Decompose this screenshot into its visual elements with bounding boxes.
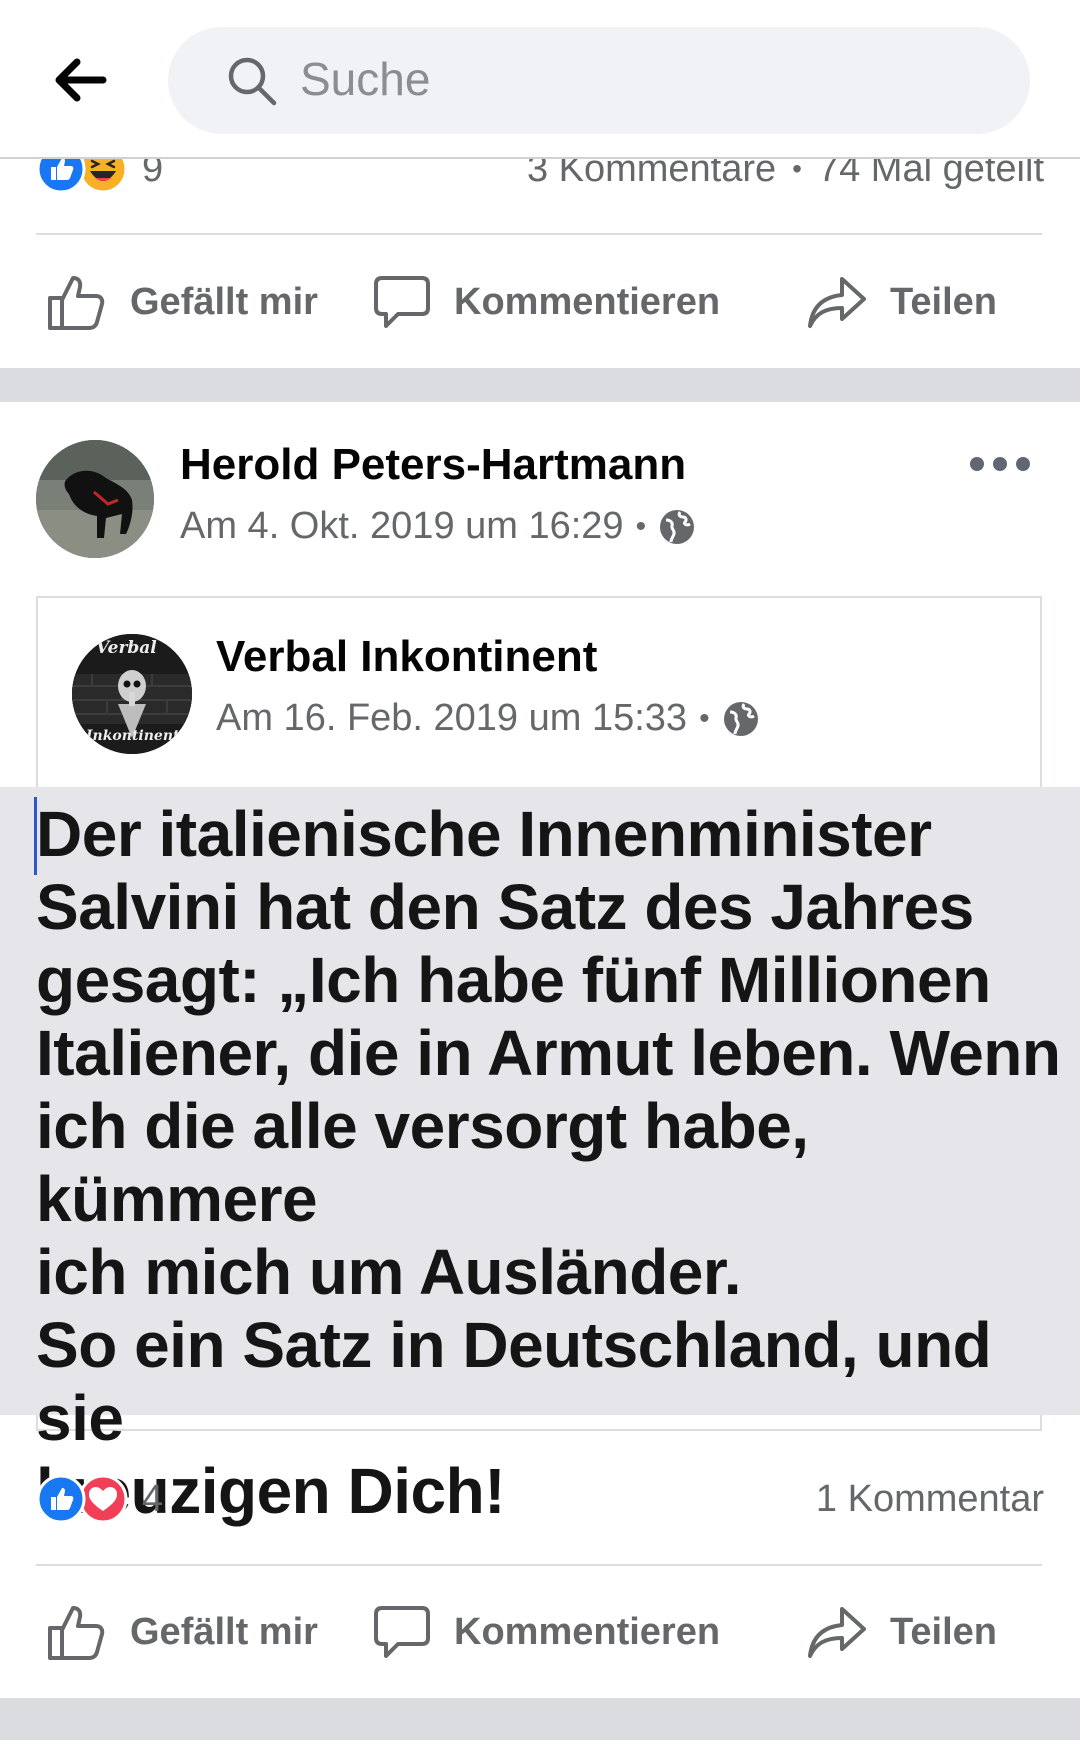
quote-line: ich die alle versorgt habe, kümmere [36,1090,809,1235]
like-label: Gefällt mir [130,1610,318,1653]
divider [36,233,1042,235]
comment-label: Kommentieren [454,1610,721,1653]
shared-post-timestamp[interactable]: Am 16. Feb. 2019 um 15:33 [216,697,687,740]
like-reaction-icon [36,1474,86,1524]
quote-line: gesagt: „Ich habe fünf Millionen [36,944,991,1016]
search-placeholder: Suche [300,53,431,105]
dog-photo [36,440,154,558]
comment-button[interactable]: Kommentieren [372,270,720,334]
share-button[interactable]: Teilen [806,1600,997,1664]
like-label: Gefällt mir [130,280,318,323]
more-options-button[interactable] [970,452,1030,476]
like-button[interactable]: Gefällt mir [46,270,318,334]
top-bar: Suche [0,0,1080,159]
feed-separator [0,1698,1080,1740]
shared-author-avatar[interactable]: Verbal Inkontinent [72,634,192,754]
share-arrow-icon [808,1607,866,1658]
reaction-count: 4 [142,1477,164,1520]
share-arrow-icon [808,277,866,328]
comment-bubble-icon [374,1606,430,1658]
logo-text-bottom: Inkontinent [86,728,180,744]
reaction-summary[interactable]: 4 [36,1474,163,1524]
dot-icon [1016,457,1030,471]
search-icon [228,57,277,106]
quote-line: Italiener, die in Armut leben. Wenn [36,1017,1061,1089]
logo-text-top: Verbal [96,638,157,658]
post-timestamp[interactable]: Am 4. Okt. 2019 um 16:29 [180,505,624,548]
thumbs-up-icon [48,1606,105,1660]
dot-icon [993,457,1007,471]
share-button[interactable]: Teilen [806,270,997,334]
post-author-name[interactable]: Herold Peters-Hartmann [180,440,686,490]
separator-dot: • [635,509,647,543]
like-button[interactable]: Gefällt mir [46,1600,318,1664]
comment-count-link[interactable]: 1 Kommentar [816,1474,1044,1524]
share-label: Teilen [890,1610,997,1653]
back-button[interactable] [50,52,112,108]
comment-label: Kommentieren [454,280,721,323]
quote-line: ich mich um Ausländer. [36,1236,742,1308]
shared-author-name[interactable]: Verbal Inkontinent [216,632,597,682]
dot-icon [970,457,984,471]
globe-icon [723,701,758,736]
thumbs-up-icon [48,276,105,330]
globe-icon [660,509,695,544]
search-input[interactable]: Suche [168,27,1030,134]
share-label: Teilen [890,280,997,323]
shared-post-meta: Am 16. Feb. 2019 um 15:33 • [216,697,760,740]
author-avatar[interactable] [36,440,154,558]
post-meta: Am 4. Okt. 2019 um 16:29 • [180,505,696,548]
quote-line: So ein Satz in Deutschland, und sie [36,1309,992,1454]
quote-line: Salvini hat den Satz des Jahres [36,871,974,943]
quote-text: Der italienische Innenminister Salvini h… [36,798,1066,1528]
back-arrow-icon [55,58,107,102]
quote-line: Der italienische Innenminister [36,798,932,870]
separator-dot: • [699,701,710,735]
comment-button[interactable]: Kommentieren [372,1600,720,1664]
divider [36,1564,1042,1566]
comment-bubble-icon [374,276,430,328]
feed-separator [0,368,1080,402]
